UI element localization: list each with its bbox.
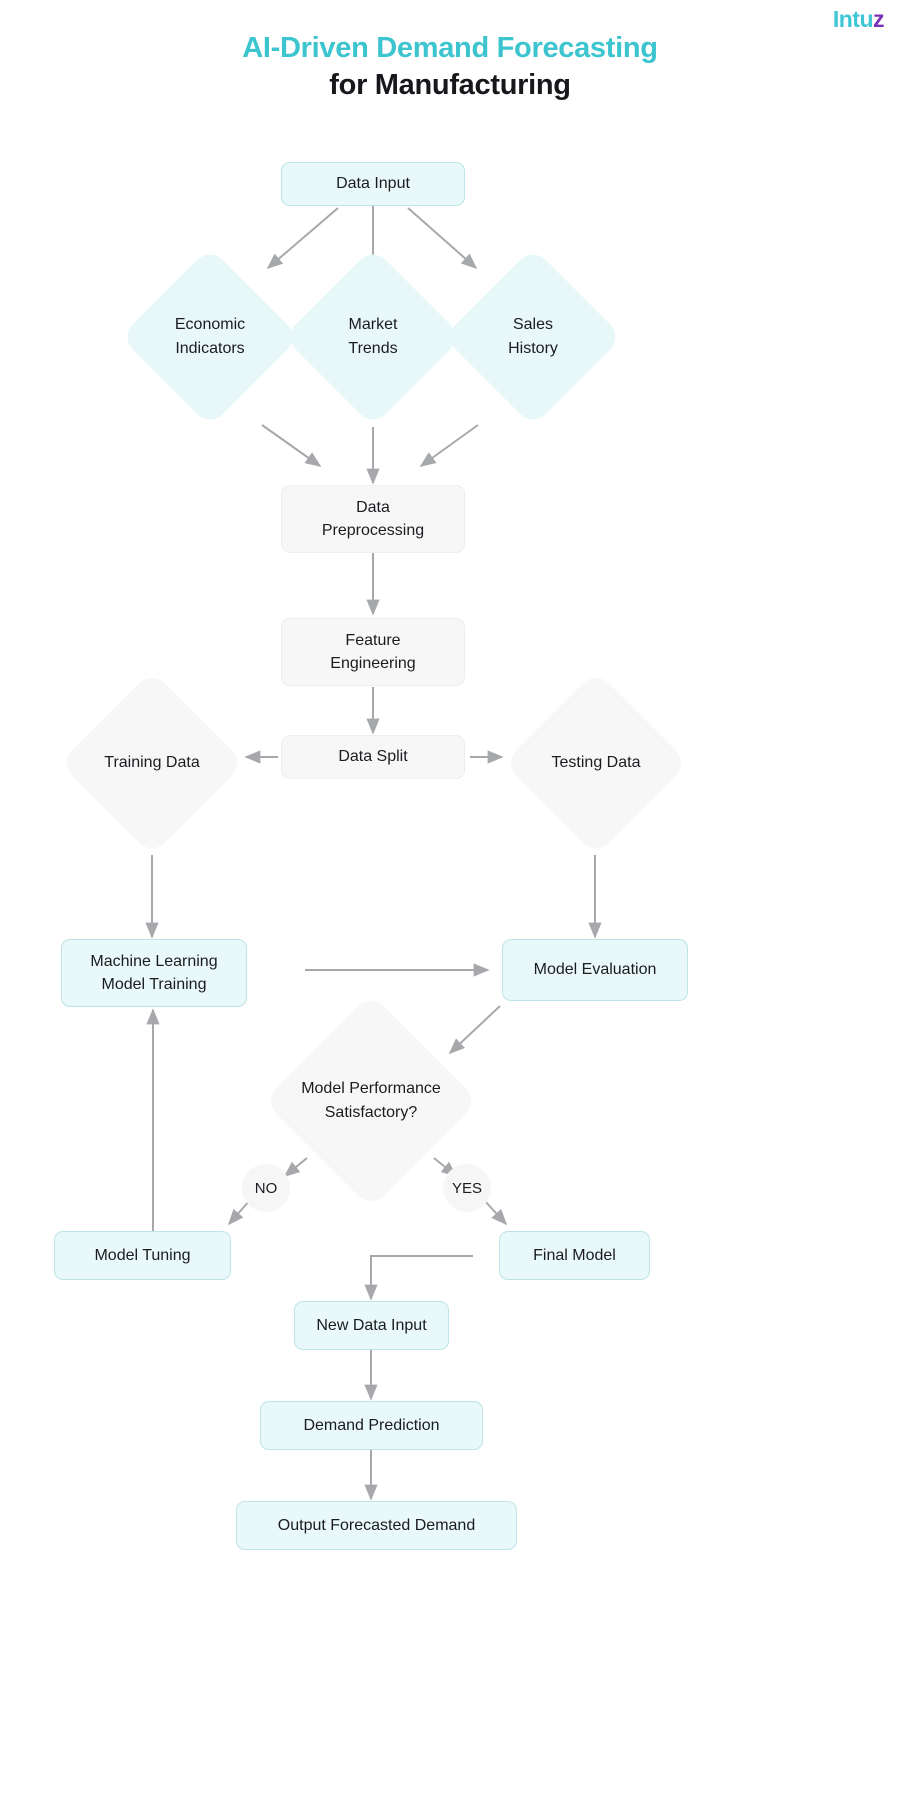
label-line-1: Economic [174, 316, 246, 333]
node-demand-prediction[interactable]: Demand Prediction [260, 1401, 483, 1450]
node-output-forecasted-demand-label: Output Forecasted Demand [277, 1516, 476, 1534]
node-data-split[interactable]: Data Split [281, 735, 465, 779]
label-line-2: Satisfactory? [324, 1104, 418, 1121]
node-data-preprocessing[interactable]: Data Preprocessing [281, 485, 465, 553]
node-market-trends-label: Market Trends [283, 313, 463, 361]
node-training-data-label: Training Data [104, 753, 200, 771]
node-model-evaluation[interactable]: Model Evaluation [502, 939, 688, 1001]
node-final-model[interactable]: Final Model [499, 1231, 650, 1280]
node-decision-label: Model Performance Satisfactory? [271, 1077, 471, 1125]
label-line-2: History [508, 340, 558, 357]
node-economic-indicators-label: Economic Indicators [120, 313, 300, 361]
label-line-1: Market [348, 316, 398, 333]
node-new-data-input[interactable]: New Data Input [294, 1301, 449, 1350]
label-line-1: Machine Learning [90, 952, 218, 970]
node-new-data-input-label: New Data Input [316, 1316, 427, 1334]
label-line-1: Data [356, 498, 390, 516]
title-line-1: AI-Driven Demand Forecasting [242, 32, 658, 64]
flowchart-page: Intuz AI-Driven Demand Forecasting for M… [0, 0, 900, 1804]
node-testing-data[interactable]: Testing Data [502, 669, 690, 856]
node-model-evaluation-label: Model Evaluation [533, 961, 657, 979]
node-training-data[interactable]: Training Data [58, 669, 246, 856]
node-data-input-label: Data Input [336, 175, 410, 193]
decision-branch-no[interactable]: NO [242, 1164, 290, 1212]
label-line-1: Sales [512, 316, 554, 333]
label-line-2: Engineering [330, 655, 416, 672]
node-output-forecasted-demand[interactable]: Output Forecasted Demand [236, 1501, 517, 1550]
node-testing-data-label: Testing Data [551, 753, 641, 771]
title-line-2: for Manufacturing [329, 69, 571, 102]
node-sales-history-label: Sales History [443, 313, 623, 361]
node-feature-engineering[interactable]: Feature Engineering [281, 618, 465, 686]
label-line-1: Model Performance [301, 1080, 441, 1097]
node-final-model-label: Final Model [533, 1246, 616, 1264]
logo-text-main: Intu [832, 6, 874, 32]
logo-text-accent: z [873, 6, 885, 32]
node-economic-indicators[interactable]: Economic Indicators [120, 247, 300, 427]
node-sales-history[interactable]: Sales History [443, 247, 623, 427]
label-line-2: Model Training [101, 976, 207, 993]
node-model-tuning[interactable]: Model Tuning [54, 1231, 231, 1280]
page-title: AI-Driven Demand Forecasting for Manufac… [0, 30, 900, 105]
label-line-2: Indicators [175, 340, 245, 357]
intuz-logo: Intuz [832, 6, 885, 32]
node-ml-model-training[interactable]: Machine Learning Model Training [61, 939, 247, 1007]
decision-branch-yes-label: YES [451, 1179, 482, 1197]
label-line-2: Preprocessing [321, 522, 425, 539]
decision-branch-yes[interactable]: YES [443, 1164, 491, 1212]
node-data-split-label: Data Split [338, 748, 408, 766]
node-market-trends[interactable]: Market Trends [283, 247, 463, 427]
node-data-input[interactable]: Data Input [281, 162, 465, 206]
label-line-1: Feature [345, 631, 401, 649]
label-line-2: Trends [348, 340, 398, 357]
node-demand-prediction-label: Demand Prediction [303, 1416, 440, 1434]
decision-branch-no-label: NO [254, 1179, 278, 1197]
node-model-tuning-label: Model Tuning [94, 1246, 191, 1264]
